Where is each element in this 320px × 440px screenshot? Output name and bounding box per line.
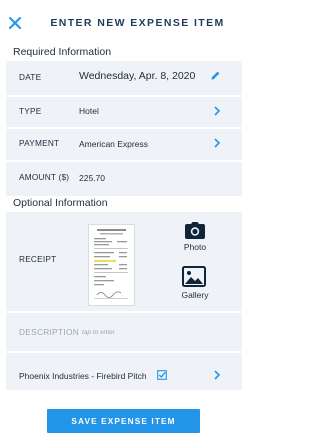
- type-value: Hotel: [79, 106, 99, 116]
- page-title: ENTER NEW EXPENSE ITEM: [50, 17, 225, 29]
- gallery-label: Gallery: [181, 290, 209, 300]
- row-divider: [6, 127, 242, 129]
- amount-value[interactable]: 225.70: [79, 173, 105, 183]
- description-label: DESCRIPTION: [19, 327, 80, 337]
- receipt-thumbnail[interactable]: [88, 224, 135, 306]
- description-placeholder: tap to enter: [82, 329, 115, 336]
- camera-icon: [185, 222, 205, 239]
- photo-label: Photo: [183, 242, 207, 252]
- payment-label: PAYMENT: [19, 138, 60, 148]
- payment-value: American Express: [79, 139, 148, 149]
- project-label: Phoenix Industries - Firebird Pitch: [19, 371, 147, 381]
- close-button[interactable]: [8, 16, 24, 32]
- row-divider: [6, 160, 242, 162]
- date-value: Wednesday, Apr. 8, 2020: [79, 70, 196, 82]
- chevron-right-icon: [214, 370, 221, 380]
- date-label: DATE: [19, 72, 42, 82]
- row-divider: [6, 311, 242, 313]
- optional-section-heading: Optional Information: [13, 197, 108, 209]
- image-icon: [182, 266, 206, 287]
- pencil-icon[interactable]: [210, 70, 221, 81]
- row-divider: [6, 95, 242, 97]
- amount-label: AMOUNT ($): [19, 172, 70, 182]
- receipt-image-icon: [89, 225, 134, 305]
- required-section-heading: Required Information: [13, 46, 112, 58]
- save-expense-button[interactable]: SAVE EXPENSE ITEM: [47, 409, 200, 433]
- checkbox-checked-icon[interactable]: [157, 370, 167, 380]
- close-icon: [9, 17, 21, 29]
- receipt-label: RECEIPT: [19, 254, 57, 264]
- chevron-right-icon: [214, 138, 221, 148]
- row-divider: [6, 351, 242, 353]
- chevron-right-icon: [214, 106, 221, 116]
- app-header: ENTER NEW EXPENSE ITEM: [0, 0, 247, 42]
- type-label: TYPE: [19, 106, 42, 116]
